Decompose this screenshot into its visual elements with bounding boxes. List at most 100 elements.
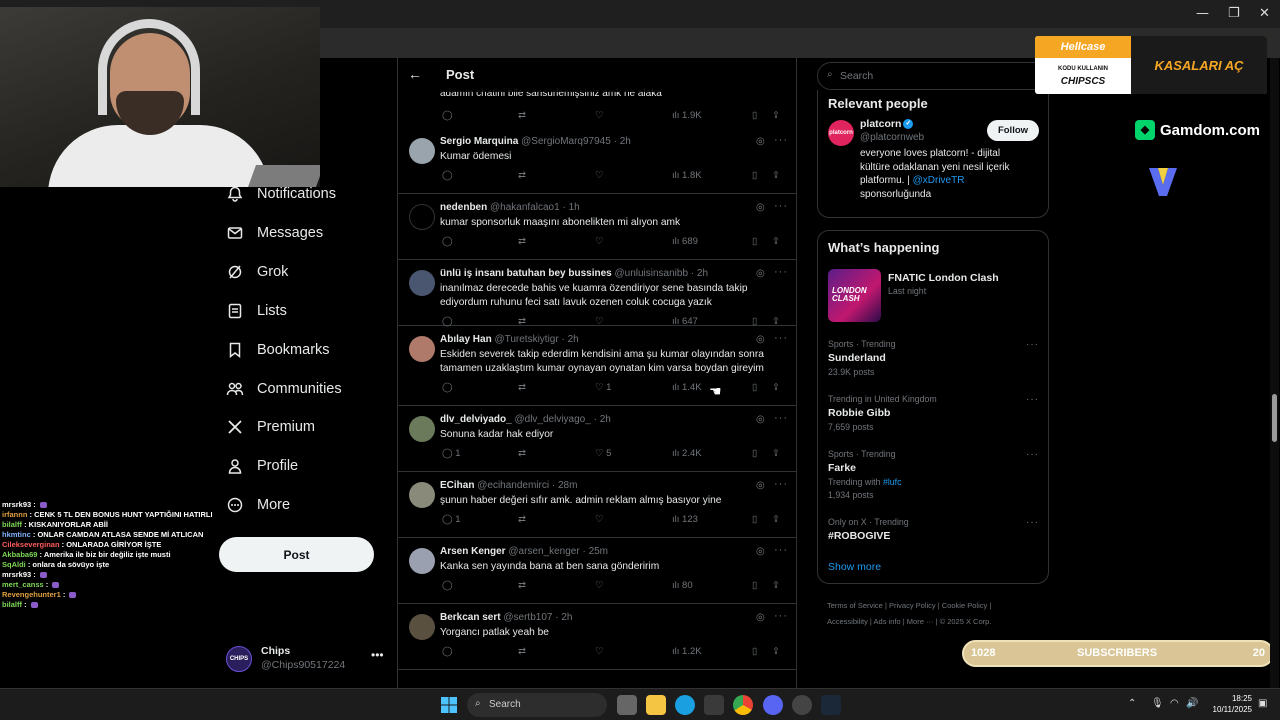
event-thumbnail[interactable]: LONDON CLASH [828,269,881,322]
nav-notifications[interactable]: Notifications [226,181,336,207]
bookmark-icon[interactable]: ▯ [752,580,757,591]
avatar[interactable]: platcorn [828,120,854,146]
tweet-time[interactable]: 28m [558,480,577,491]
reply-icon[interactable]: ◯ [442,646,453,657]
like-icon[interactable]: ♡ [595,170,604,181]
grok-icon[interactable]: ◎ [756,414,765,425]
discord-icon[interactable] [763,695,783,715]
views-count[interactable]: ılı 1.8K [672,170,702,181]
tweet-author-name[interactable]: Arsen Kenger [440,546,506,557]
reply-icon[interactable]: ◯ 1 [442,448,461,459]
avatar[interactable] [409,482,435,508]
chrome-icon[interactable] [733,695,753,715]
bookmark-icon[interactable]: ▯ [752,170,757,181]
tweet-time[interactable]: 1h [569,202,580,213]
follow-button[interactable]: Follow [987,120,1039,141]
footer-link[interactable]: Cookie Policy [942,601,987,610]
like-icon[interactable]: ♡ [595,110,604,121]
like-icon[interactable]: ♡ [595,646,604,657]
more-dots-icon[interactable]: ··· [1026,394,1039,405]
chevron-up-icon[interactable]: ⌃ [1128,698,1136,709]
like-icon[interactable]: ♡ 5 [595,448,611,459]
bookmark-icon[interactable]: ▯ [752,514,757,525]
more-dots-icon[interactable]: ··· [774,412,788,424]
tweet-handle[interactable]: @SergioMarq97945 [521,136,611,147]
trend-item[interactable]: Trending in United Kingdom Robbie Gibb 7… [828,394,1038,432]
more-dots-icon[interactable]: ••• [371,648,384,662]
nav-bookmarks[interactable]: Bookmarks [226,337,330,363]
grok-icon[interactable]: ◎ [756,334,765,345]
tweet-time[interactable]: 2h [697,268,708,279]
event-name[interactable]: FNATIC London Clash [888,272,999,284]
share-icon[interactable]: ⇪ [772,580,780,591]
show-more-link[interactable]: Show more [828,561,881,573]
share-icon[interactable]: ⇪ [772,110,780,121]
repost-icon[interactable]: ⇄ [518,170,526,181]
repost-icon[interactable]: ⇄ [518,448,526,459]
avatar[interactable] [409,416,435,442]
reply-tweet[interactable]: Berkcan sert @sertb107 · 2h ◎ ··· Yorgancı … [398,604,796,670]
share-icon[interactable]: ⇪ [772,514,780,525]
reply-icon[interactable]: ◯ [442,236,453,247]
more-dots-icon[interactable]: ··· [774,266,788,278]
minimize-icon[interactable]: — [1196,6,1209,21]
like-icon[interactable]: ♡ [595,236,604,247]
tweet-author-name[interactable]: Berkcan sert [440,612,501,623]
trend-item[interactable]: Only on X · Trending #ROBOGIVE ··· [828,517,1038,542]
tweet-author-name[interactable]: ünlü iş insanı batuhan bey bussines [440,268,612,279]
close-icon[interactable]: ✕ [1259,6,1270,21]
nav-communities[interactable]: Communities [226,376,342,402]
share-icon[interactable]: ⇪ [772,448,780,459]
tweet-author-name[interactable]: Sergio Marquina [440,136,518,147]
bookmark-icon[interactable]: ▯ [752,236,757,247]
avatar[interactable] [409,548,435,574]
grok-icon[interactable]: ◎ [756,202,765,213]
more-dots-icon[interactable]: ··· [774,478,788,490]
like-icon[interactable]: ♡ [595,514,604,525]
repost-icon[interactable]: ⇄ [518,382,526,393]
microphone-icon[interactable]: 🎙 [1151,698,1164,709]
relevant-person-name[interactable]: platcorn ✓ [860,118,914,130]
reply-icon[interactable]: ◯ 1 [442,514,461,525]
avatar[interactable] [409,138,435,164]
repost-icon[interactable]: ⇄ [518,646,526,657]
taskbar-search[interactable]: ⌕ Search [467,693,607,717]
search-input[interactable]: ⌕ Search [817,62,1049,90]
repost-icon[interactable]: ⇄ [518,514,526,525]
grok-icon[interactable]: ◎ [756,136,765,147]
avatar[interactable] [409,614,435,640]
tweet-author-name[interactable]: nedenben [440,202,487,213]
grok-icon[interactable]: ◎ [756,546,765,557]
footer-link[interactable]: Ads info [874,617,901,626]
repost-icon[interactable]: ⇄ [518,236,526,247]
windows-start-icon[interactable] [439,695,459,715]
more-dots-icon[interactable]: ··· [1026,517,1039,528]
share-icon[interactable]: ⇪ [772,382,780,393]
tweet-handle[interactable]: @sertb107 [503,612,552,623]
tweet-handle[interactable]: @unluisinsanibb [614,268,688,279]
avatar[interactable] [409,336,435,362]
account-switcher[interactable]: CHIPS Chips @Chips90517224 ••• [226,644,386,674]
bookmark-icon[interactable]: ▯ [752,110,757,121]
tweet-handle[interactable]: @dlv_delviyago_ [514,414,590,425]
volume-icon[interactable]: 🔊 [1186,698,1198,709]
repost-icon[interactable]: ⇄ [518,110,526,121]
share-icon[interactable]: ⇪ [772,236,780,247]
repost-icon[interactable]: ⇄ [518,580,526,591]
more-dots-icon[interactable]: ··· [774,610,788,622]
footer-link[interactable]: © 2025 X Corp. [940,617,992,626]
more-dots-icon[interactable]: ··· [1026,339,1039,350]
footer-link[interactable]: Terms of Service [827,601,883,610]
nav-profile[interactable]: Profile [226,453,298,479]
reply-icon[interactable]: ◯ [442,382,453,393]
reply-icon[interactable]: ◯ [442,170,453,181]
views-count[interactable]: ılı 80 [672,580,693,591]
views-count[interactable]: ılı 1.2K [672,646,702,657]
grok-icon[interactable]: ◎ [756,612,765,623]
footer-link[interactable]: Accessibility [827,617,868,626]
tweet-author-name[interactable]: dlv_delviyado_ [440,414,512,425]
more-dots-icon[interactable]: ··· [774,332,788,344]
more-dots-icon[interactable]: ··· [1026,449,1039,460]
reply-tweet[interactable]: Arsen Kenger @arsen_kenger · 25m ◎ ··· Kank… [398,538,796,604]
tweet-handle[interactable]: @hakanfalcao1 [490,202,560,213]
